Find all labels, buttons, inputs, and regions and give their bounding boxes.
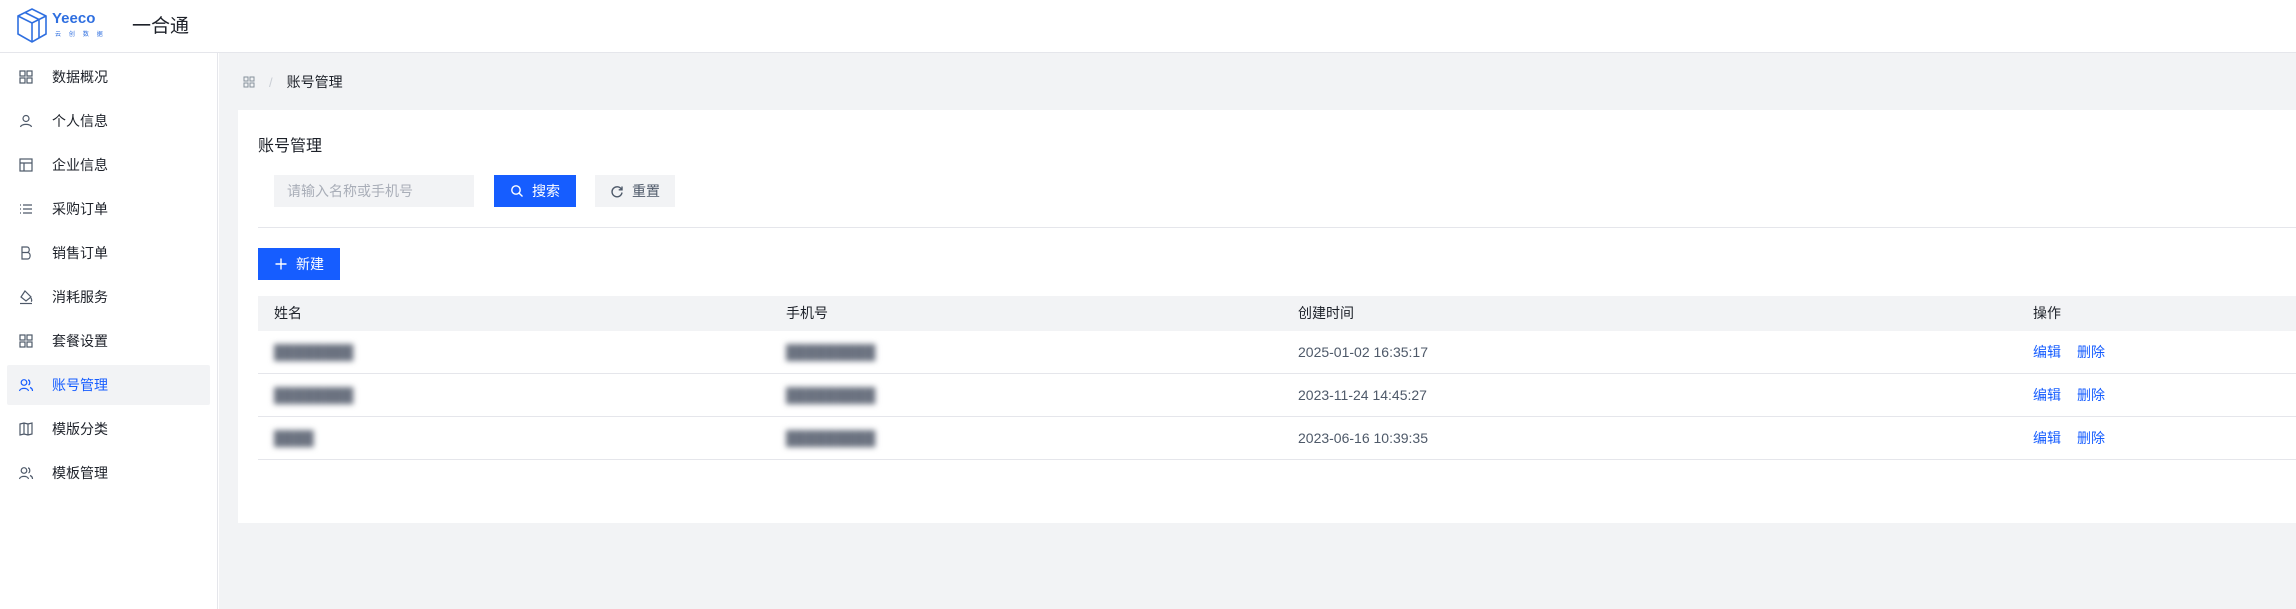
column-header-actions: 操作	[2033, 305, 2061, 321]
layout-icon	[18, 157, 34, 173]
yeeco-logo-icon: Yeeco 云 创 数 据	[17, 8, 106, 43]
column-header-name: 姓名	[274, 305, 302, 321]
breadcrumb-current: 账号管理	[286, 74, 343, 90]
edit-link[interactable]: 编辑	[2033, 417, 2061, 460]
delete-link[interactable]: 删除	[2077, 417, 2105, 460]
search-icon	[511, 185, 523, 197]
sidebar-item-data-overview[interactable]: 数据概况	[7, 57, 210, 97]
table-row: ████████ █████████ 2023-11-24 14:45:27 编…	[258, 374, 2296, 417]
user-group-icon	[18, 465, 34, 481]
refresh-icon	[611, 186, 623, 198]
sidebar-item-template-category[interactable]: 模版分类	[7, 409, 210, 449]
search-button-label: 搜索	[532, 183, 560, 199]
logo[interactable]: Yeeco 云 创 数 据	[15, 4, 119, 46]
search-input[interactable]	[274, 175, 474, 207]
sidebar-item-label: 数据概况	[52, 69, 108, 85]
paint-bucket-icon	[18, 289, 34, 305]
cell-phone: █████████	[786, 387, 876, 403]
cell-created: 2023-11-24 14:45:27	[1298, 387, 1427, 403]
apps-icon[interactable]	[243, 76, 255, 88]
book-icon	[18, 421, 34, 437]
new-button-label: 新建	[296, 256, 324, 272]
app-title: 一合通	[132, 16, 190, 37]
breadcrumb: / 账号管理	[243, 72, 343, 92]
page-title: 账号管理	[258, 138, 323, 155]
sidebar-item-account-management[interactable]: 账号管理	[7, 365, 210, 405]
sidebar-item-label: 个人信息	[52, 113, 108, 129]
svg-text:云 创 数 据: 云 创 数 据	[55, 30, 106, 38]
table-row: ████████ █████████ 2025-01-02 16:35:17 编…	[258, 331, 2296, 374]
sidebar-item-profile[interactable]: 个人信息	[7, 101, 210, 141]
sidebar-item-consumption-service[interactable]: 消耗服务	[7, 277, 210, 317]
delete-link[interactable]: 删除	[2077, 374, 2105, 417]
sidebar-item-package-settings[interactable]: 套餐设置	[7, 321, 210, 361]
sidebar-item-sales-orders[interactable]: 销售订单	[7, 233, 210, 273]
sidebar-item-company[interactable]: 企业信息	[7, 145, 210, 185]
edit-link[interactable]: 编辑	[2033, 331, 2061, 374]
sidebar-item-label: 模版分类	[52, 421, 108, 437]
sidebar-item-label: 消耗服务	[52, 289, 108, 305]
new-button[interactable]: 新建	[258, 248, 340, 280]
sidebar-item-label: 采购订单	[52, 201, 108, 217]
top-header: Yeeco 云 创 数 据 一合通	[0, 0, 2296, 53]
user-icon	[18, 113, 34, 129]
cell-name: ████████	[274, 344, 354, 360]
bold-b-icon	[18, 245, 34, 261]
list-icon	[18, 201, 34, 217]
cell-phone: █████████	[786, 430, 876, 446]
delete-link[interactable]: 删除	[2077, 331, 2105, 374]
plus-icon	[275, 258, 287, 270]
sidebar: 数据概况 个人信息 企业信息 采购订单 销售订单 消耗服务 套餐设置 账号管理 …	[0, 53, 218, 609]
cell-name: ████████	[274, 387, 354, 403]
cell-name: ████	[274, 430, 314, 446]
edit-link[interactable]: 编辑	[2033, 374, 2061, 417]
sidebar-item-label: 模板管理	[52, 465, 108, 481]
cell-created: 2023-06-16 10:39:35	[1298, 430, 1428, 446]
reset-button-label: 重置	[632, 183, 660, 199]
sidebar-item-label: 销售订单	[52, 245, 108, 261]
user-group-icon	[18, 377, 34, 393]
grid-icon	[18, 333, 34, 349]
reset-button[interactable]: 重置	[595, 175, 675, 207]
svg-text:Yeeco: Yeeco	[52, 10, 95, 27]
cell-phone: █████████	[786, 344, 876, 360]
sidebar-item-template-management[interactable]: 模板管理	[7, 453, 210, 493]
sidebar-item-label: 企业信息	[52, 157, 108, 173]
column-header-created: 创建时间	[1298, 305, 1354, 321]
sidebar-item-label: 账号管理	[52, 377, 108, 393]
search-button[interactable]: 搜索	[494, 175, 576, 207]
sidebar-item-label: 套餐设置	[52, 333, 108, 349]
table-header: 姓名 手机号 创建时间 操作	[258, 296, 2296, 331]
sidebar-item-purchase-orders[interactable]: 采购订单	[7, 189, 210, 229]
cell-created: 2025-01-02 16:35:17	[1298, 344, 1428, 360]
column-header-phone: 手机号	[786, 305, 828, 321]
grid-icon	[18, 69, 34, 85]
breadcrumb-separator: /	[269, 74, 273, 90]
divider	[258, 227, 2296, 228]
table-row: ████ █████████ 2023-06-16 10:39:35 编辑 删除	[258, 417, 2296, 460]
